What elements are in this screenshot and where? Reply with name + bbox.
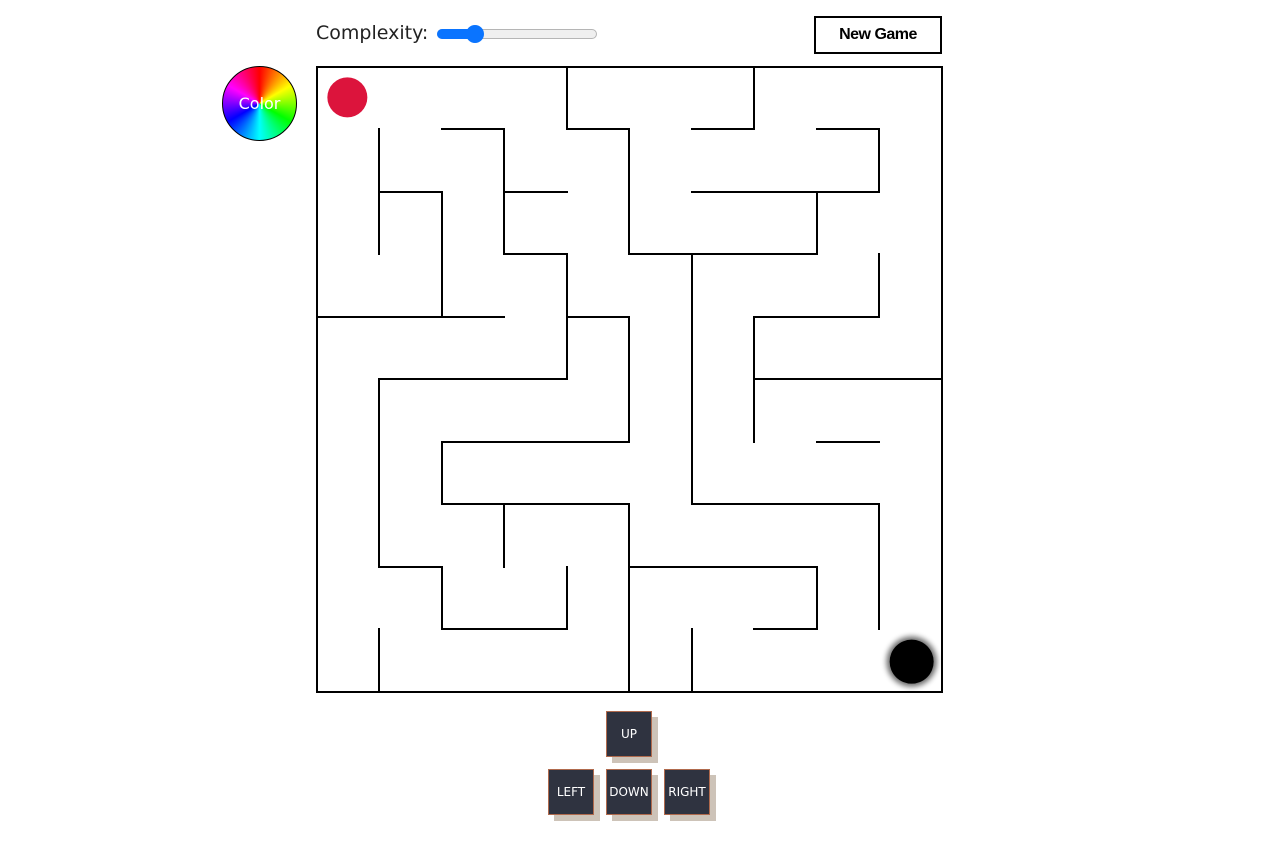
maze-wall (628, 566, 818, 630)
slider-thumb[interactable] (466, 25, 484, 43)
maze-wall (441, 316, 630, 693)
maze-wall (378, 191, 505, 318)
up-button[interactable]: UP (606, 711, 652, 757)
color-picker-label: Color (238, 94, 281, 113)
complexity-label: Complexity: (316, 22, 429, 44)
new-game-button[interactable]: New Game (814, 16, 942, 54)
left-button[interactable]: LEFT (548, 769, 594, 815)
maze-wall (691, 66, 755, 130)
maze-wall (753, 253, 880, 443)
complexity-slider[interactable] (437, 24, 597, 44)
player-marker (327, 77, 368, 118)
maze-walls (316, 66, 943, 693)
maze-wall (378, 128, 568, 630)
maze-wall (566, 66, 818, 255)
down-button[interactable]: DOWN (606, 769, 652, 815)
maze-board (316, 66, 943, 693)
right-button[interactable]: RIGHT (664, 769, 710, 815)
maze-wall (691, 128, 880, 193)
goal-marker (889, 639, 934, 684)
color-picker-button[interactable]: Color (222, 66, 297, 141)
